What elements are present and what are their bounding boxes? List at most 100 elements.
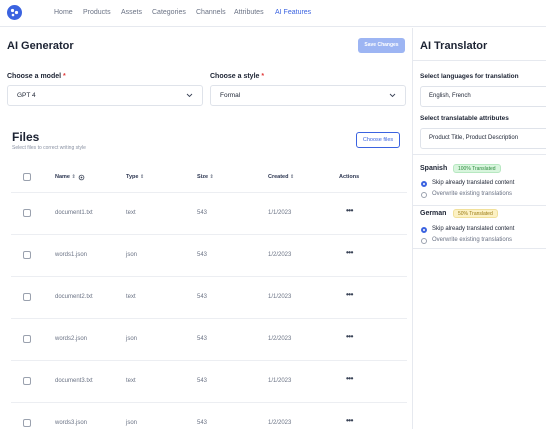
ai-generator-panel: AI Generator Save Changes Choose a model… [0, 28, 412, 429]
file-created: 1/1/2023 [268, 378, 292, 384]
languages-select[interactable]: English, French [420, 86, 546, 107]
table-row: document1.txt text 543 1/1/2023 ••• [11, 192, 407, 234]
divider [413, 205, 546, 206]
file-type: json [126, 420, 138, 426]
languages-select-value: English, French [429, 93, 471, 99]
divider [413, 248, 546, 249]
file-size: 543 [197, 336, 208, 342]
required-mark: * [63, 73, 66, 80]
radio-button[interactable] [421, 192, 427, 198]
radio-button[interactable] [421, 181, 427, 187]
sort-icon: ⇕ [71, 174, 76, 180]
ai-translator-panel: AI Translator Select languages for trans… [413, 28, 546, 429]
model-select-value: GPT 4 [17, 92, 36, 99]
save-changes-button[interactable]: Save Changes [358, 38, 405, 53]
page-title: AI Generator [7, 40, 74, 52]
more-actions-icon[interactable]: ••• [346, 248, 353, 257]
app-logo[interactable] [7, 5, 22, 20]
column-header-created[interactable]: Created ⇕ [268, 174, 294, 180]
settings-icon[interactable] [78, 174, 85, 181]
file-name[interactable]: document1.txt [55, 210, 93, 216]
column-header-size[interactable]: Size ⇕ [197, 174, 214, 180]
more-actions-icon[interactable]: ••• [346, 374, 353, 383]
column-header-name[interactable]: Name ⇕ [55, 174, 76, 180]
column-header-type[interactable]: Type ⇕ [126, 174, 144, 180]
language-german: German [420, 210, 447, 217]
row-checkbox[interactable] [23, 377, 31, 385]
style-select[interactable]: Formal [210, 85, 406, 106]
more-actions-icon[interactable]: ••• [346, 206, 353, 215]
file-size: 543 [197, 210, 208, 216]
table-row: words1.json json 543 1/2/2023 ••• [11, 234, 407, 276]
file-created: 1/1/2023 [268, 210, 292, 216]
nav-products[interactable]: Products [83, 9, 111, 16]
attributes-label: Select translatable attributes [420, 115, 509, 122]
chevron-down-icon [186, 93, 193, 98]
files-title: Files [12, 130, 40, 144]
nav-assets[interactable]: Assets [121, 9, 142, 16]
nav-categories[interactable]: Categories [152, 9, 186, 16]
nav-ai-features[interactable]: AI Features [275, 9, 311, 16]
translator-title: AI Translator [420, 40, 488, 52]
select-all-checkbox[interactable] [23, 173, 31, 181]
sort-icon: ⇕ [139, 174, 145, 180]
sort-icon: ⇕ [290, 174, 295, 180]
file-type: json [126, 336, 138, 342]
option-label: Skip already translated content [432, 226, 515, 232]
file-type: text [126, 210, 136, 216]
file-created: 1/2/2023 [268, 252, 292, 258]
language-spanish: Spanish [420, 165, 448, 172]
files-subtitle: Select files to correct writing style [12, 145, 86, 151]
file-name[interactable]: words1.json [55, 252, 87, 258]
file-created: 1/1/2023 [268, 294, 292, 300]
option-label: Skip already translated content [432, 180, 515, 186]
file-size: 543 [197, 252, 208, 258]
nav-home[interactable]: Home [54, 9, 73, 16]
file-name[interactable]: words2.json [55, 336, 87, 342]
nav-attributes[interactable]: Attributes [234, 9, 264, 16]
table-row: document3.txt text 543 1/1/2023 ••• [11, 360, 407, 402]
sort-icon: ⇕ [209, 174, 214, 180]
attributes-select[interactable]: Product Title, Product Description [420, 128, 546, 149]
style-label: Choose a style * [210, 73, 265, 80]
file-type: text [126, 294, 136, 300]
table-row: document2.txt text 543 1/1/2023 ••• [11, 276, 407, 318]
radio-button[interactable] [421, 227, 427, 233]
more-actions-icon[interactable]: ••• [346, 416, 353, 425]
more-actions-icon[interactable]: ••• [346, 290, 353, 299]
file-name[interactable]: words3.json [55, 420, 87, 426]
file-name[interactable]: document3.txt [55, 378, 93, 384]
translation-status-badge: 100% Translated [453, 164, 501, 173]
file-type: json [126, 252, 138, 258]
translation-status-badge: 50% Translated [453, 209, 498, 218]
option-label: Overwrite existing translations [432, 237, 513, 243]
row-checkbox[interactable] [23, 251, 31, 259]
logo-icon [10, 8, 19, 17]
file-created: 1/2/2023 [268, 420, 292, 426]
model-label: Choose a model * [7, 73, 66, 80]
file-size: 543 [197, 420, 208, 426]
file-size: 543 [197, 378, 208, 384]
row-checkbox[interactable] [23, 293, 31, 301]
more-actions-icon[interactable]: ••• [346, 332, 353, 341]
row-checkbox[interactable] [23, 335, 31, 343]
row-checkbox[interactable] [23, 419, 31, 427]
file-type: text [126, 378, 136, 384]
choose-files-button[interactable]: Choose files [356, 132, 400, 148]
file-created: 1/2/2023 [268, 336, 292, 342]
divider [413, 154, 546, 155]
divider [413, 60, 546, 61]
style-select-value: Formal [220, 92, 241, 99]
option-label: Overwrite existing translations [432, 191, 513, 197]
top-nav: Home Products Assets Categories Channels… [0, 0, 546, 27]
chevron-down-icon [389, 93, 396, 98]
radio-button[interactable] [421, 238, 427, 244]
table-row: words2.json json 543 1/2/2023 ••• [11, 318, 407, 360]
model-select[interactable]: GPT 4 [7, 85, 203, 106]
required-mark: * [261, 73, 265, 80]
nav-channels[interactable]: Channels [196, 9, 226, 16]
row-checkbox[interactable] [23, 209, 31, 217]
attributes-select-value: Product Title, Product Description [429, 135, 519, 141]
file-name[interactable]: document2.txt [55, 294, 93, 300]
column-header-actions: Actions [339, 174, 360, 180]
